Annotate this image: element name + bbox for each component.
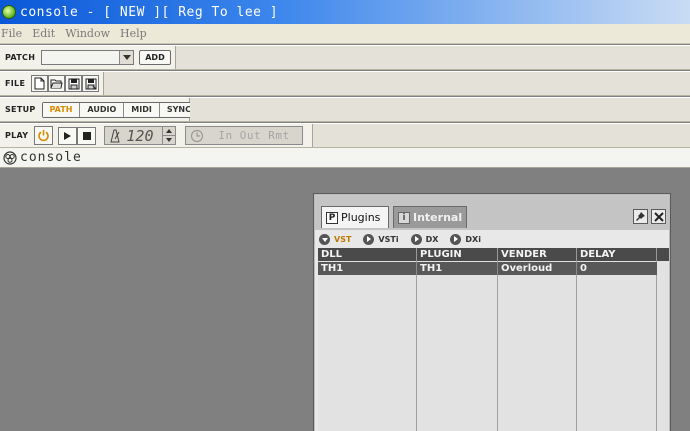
- menu-edit[interactable]: Edit: [31, 27, 64, 40]
- menu-bar: File Edit Window Help: [0, 24, 690, 44]
- title-bar: console - [ NEW ][ Reg To lee ]: [0, 0, 690, 24]
- clock-icon: [191, 129, 204, 142]
- chevron-right-icon: [450, 233, 462, 245]
- tab-plugins-label: Plugins: [341, 211, 381, 224]
- pin-button[interactable]: [633, 209, 648, 224]
- folder-icon: [50, 79, 63, 89]
- menu-file[interactable]: File: [0, 27, 31, 40]
- stop-button[interactable]: [77, 126, 97, 145]
- setup-tab-midi[interactable]: MIDI: [124, 102, 160, 117]
- setup-tab-audio[interactable]: AUDIO: [80, 102, 125, 117]
- new-file-button[interactable]: [31, 75, 49, 92]
- cell-delay: 0: [580, 263, 587, 274]
- add-patch-button[interactable]: ADD: [139, 50, 171, 65]
- stop-icon: [82, 131, 91, 140]
- menu-help[interactable]: Help: [119, 27, 156, 40]
- patch-select[interactable]: [41, 50, 135, 65]
- plugins-panel-header: P Plugins i Internal: [315, 195, 669, 230]
- table-header: DLL PLUGIN VENDER DELAY: [318, 248, 669, 261]
- tab-internal[interactable]: i Internal: [393, 206, 467, 228]
- patch-toolbar: PATCH ADD: [0, 45, 690, 70]
- file-toolbar: FILE: [0, 71, 690, 96]
- filter-vsti[interactable]: VSTi: [363, 233, 399, 245]
- app-icon: [2, 5, 16, 19]
- column-header-vender[interactable]: VENDER: [498, 248, 577, 261]
- setup-tabs: PATH AUDIO MIDI SYNC: [41, 101, 199, 118]
- app-window: console - [ NEW ][ Reg To lee ] File Edi…: [0, 0, 690, 431]
- chevron-down-icon: [319, 233, 330, 245]
- cell-dll: TH1: [318, 262, 417, 275]
- menu-window[interactable]: Window: [64, 27, 119, 40]
- plugins-table: DLL PLUGIN VENDER DELAY TH1 TH1 Overloud…: [318, 248, 669, 431]
- chevron-down-icon[interactable]: [119, 51, 134, 64]
- chevron-up-icon[interactable]: [163, 127, 176, 136]
- tempo-stepper[interactable]: [162, 127, 176, 144]
- column-header-dll[interactable]: DLL: [318, 248, 417, 261]
- power-button[interactable]: [34, 126, 54, 145]
- filter-dxi[interactable]: DXi: [450, 233, 481, 245]
- io-display: In Out Rmt: [185, 126, 304, 145]
- io-label: In Out Rmt: [218, 129, 290, 142]
- play-icon: [64, 131, 72, 140]
- tab-plugins[interactable]: P Plugins: [321, 206, 389, 228]
- plugin-type-filters: VST VSTi DX DXi: [319, 232, 493, 246]
- setup-label: SETUP: [5, 105, 36, 114]
- play-button[interactable]: [58, 126, 78, 145]
- cell-vender: Overloud: [498, 262, 577, 275]
- console-logo-icon: [3, 150, 17, 165]
- plugins-panel: P Plugins i Internal VST VSTi DX DXi DLL…: [313, 193, 671, 431]
- file-label: FILE: [5, 79, 26, 88]
- tempo-value[interactable]: 120: [126, 127, 153, 145]
- save-as-icon: [85, 78, 96, 89]
- close-icon: [653, 211, 664, 222]
- metronome-icon: [110, 129, 121, 142]
- patch-label: PATCH: [5, 53, 36, 62]
- cell-plugin: TH1: [417, 262, 498, 275]
- chevron-down-icon[interactable]: [163, 136, 175, 144]
- console-title: console: [20, 150, 82, 165]
- setup-toolbar: SETUP PATH AUDIO MIDI SYNC: [0, 97, 690, 122]
- filter-vst[interactable]: VST: [319, 233, 351, 245]
- console-header: console: [0, 148, 690, 168]
- save-button[interactable]: [65, 75, 83, 92]
- save-as-button[interactable]: [82, 75, 99, 92]
- new-file-icon: [34, 77, 45, 90]
- power-icon: [38, 130, 50, 142]
- setup-tab-path[interactable]: PATH: [42, 102, 81, 117]
- chevron-right-icon: [410, 233, 422, 245]
- filter-dx[interactable]: DX: [410, 233, 438, 245]
- tempo-display: 120: [104, 126, 177, 145]
- open-file-button[interactable]: [48, 75, 66, 92]
- column-header-plugin[interactable]: PLUGIN: [417, 248, 498, 261]
- window-title: console - [ NEW ][ Reg To lee ]: [20, 4, 279, 20]
- play-label: PLAY: [5, 131, 29, 140]
- chevron-right-icon: [363, 233, 375, 245]
- tab-internal-label: Internal: [413, 211, 463, 224]
- plugins-tab-icon: P: [326, 211, 338, 224]
- table-row[interactable]: TH1 TH1 Overloud 0: [318, 262, 657, 275]
- close-button[interactable]: [651, 209, 666, 224]
- info-icon: i: [398, 211, 410, 224]
- column-header-delay[interactable]: DELAY: [577, 248, 657, 261]
- save-icon: [68, 78, 80, 89]
- pin-icon: [636, 212, 645, 221]
- play-toolbar: PLAY 120 In Out Rmt: [0, 123, 690, 148]
